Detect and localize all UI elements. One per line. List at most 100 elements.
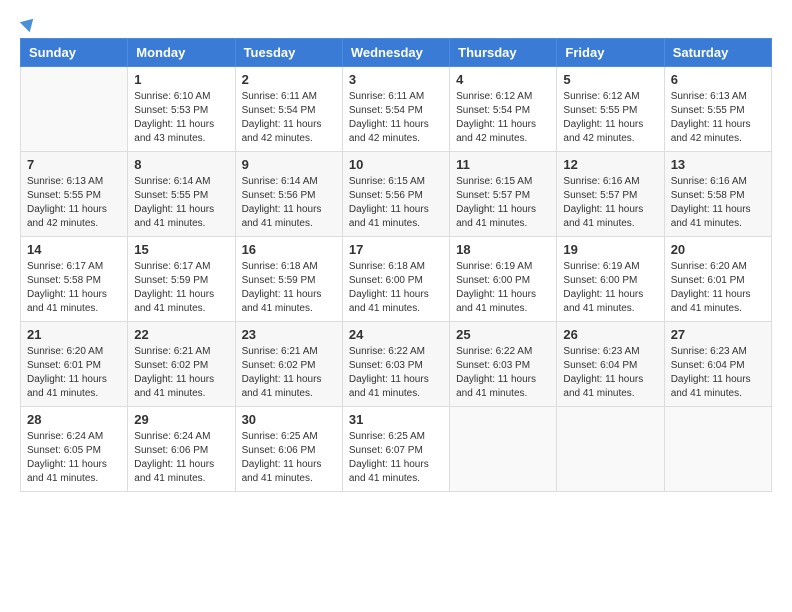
day-number: 13 (671, 157, 765, 172)
day-info: Sunrise: 6:15 AMSunset: 5:56 PMDaylight:… (349, 175, 443, 231)
calendar-week-row: 21 Sunrise: 6:20 AMSunset: 6:01 PMDayligh… (21, 322, 772, 407)
calendar-day-cell: 6Sunrise: 6:13 AMSunset: 5:55 PMDaylight… (664, 67, 771, 152)
day-number: 8 (134, 157, 228, 172)
day-number: 17 (349, 242, 443, 257)
day-info: Sunrise: 6:14 AMSunset: 5:55 PMDaylight:… (134, 175, 228, 231)
calendar-day-cell: 2 Sunrise: 6:11 AMSunset: 5:54 PMDaylight… (235, 67, 342, 152)
day-number: 15 (134, 242, 228, 257)
day-number: 18 (456, 242, 550, 257)
day-number: 27 (671, 327, 765, 342)
calendar-day-cell: 8 Sunrise: 6:14 AMSunset: 5:55 PMDaylight… (128, 152, 235, 237)
calendar-day-cell: 16Sunrise: 6:18 AMSunset: 5:59 PMDayligh… (235, 237, 342, 322)
day-info: Sunrise: 6:22 AMSunset: 6:03 PMDaylight:… (456, 345, 550, 401)
day-info: Sunrise: 6:17 AMSunset: 5:59 PMDaylight:… (134, 260, 228, 316)
day-info: Sunrise: 6:10 AMSunset: 5:53 PMDaylight:… (134, 90, 228, 146)
calendar-day-cell (21, 67, 128, 152)
day-info: Sunrise: 6:25 AMSunset: 6:07 PMDaylight:… (349, 430, 443, 486)
day-info: Sunrise: 6:16 AMSunset: 5:58 PMDaylight:… (671, 175, 765, 231)
day-number: 1 (134, 72, 228, 87)
day-info: Sunrise: 6:21 AMSunset: 6:02 PMDaylight:… (134, 345, 228, 401)
calendar-week-row: 7 Sunrise: 6:13 AMSunset: 5:55 PMDaylight… (21, 152, 772, 237)
day-number: 3 (349, 72, 443, 87)
day-info: Sunrise: 6:23 AMSunset: 6:04 PMDaylight:… (563, 345, 657, 401)
day-number: 24 (349, 327, 443, 342)
day-number: 12 (563, 157, 657, 172)
day-of-week-header: Saturday (664, 39, 771, 67)
day-number: 2 (242, 72, 336, 87)
calendar-day-cell: 10Sunrise: 6:15 AMSunset: 5:56 PMDayligh… (342, 152, 449, 237)
day-number: 29 (134, 412, 228, 427)
day-number: 5 (563, 72, 657, 87)
calendar-day-cell: 22 Sunrise: 6:21 AMSunset: 6:02 PMDayligh… (128, 322, 235, 407)
calendar-day-cell (450, 407, 557, 492)
day-number: 21 (27, 327, 121, 342)
days-of-week-row: SundayMondayTuesdayWednesdayThursdayFrid… (21, 39, 772, 67)
day-info: Sunrise: 6:11 AMSunset: 5:54 PMDaylight:… (349, 90, 443, 146)
calendar-body: 1 Sunrise: 6:10 AMSunset: 5:53 PMDaylight… (21, 67, 772, 492)
day-number: 23 (242, 327, 336, 342)
calendar-table: SundayMondayTuesdayWednesdayThursdayFrid… (20, 38, 772, 492)
calendar-day-cell: 9 Sunrise: 6:14 AMSunset: 5:56 PMDaylight… (235, 152, 342, 237)
calendar-day-cell: 21 Sunrise: 6:20 AMSunset: 6:01 PMDayligh… (21, 322, 128, 407)
day-number: 31 (349, 412, 443, 427)
calendar-header: SundayMondayTuesdayWednesdayThursdayFrid… (21, 39, 772, 67)
day-of-week-header: Tuesday (235, 39, 342, 67)
calendar-day-cell (664, 407, 771, 492)
day-number: 7 (27, 157, 121, 172)
calendar-day-cell: 26Sunrise: 6:23 AMSunset: 6:04 PMDayligh… (557, 322, 664, 407)
calendar-day-cell: 30 Sunrise: 6:25 AMSunset: 6:06 PMDayligh… (235, 407, 342, 492)
day-info: Sunrise: 6:14 AMSunset: 5:56 PMDaylight:… (242, 175, 336, 231)
day-number: 6 (671, 72, 765, 87)
day-info: Sunrise: 6:18 AMSunset: 5:59 PMDaylight:… (242, 260, 336, 316)
day-info: Sunrise: 6:24 AMSunset: 6:05 PMDaylight:… (27, 430, 121, 486)
calendar-day-cell: 3 Sunrise: 6:11 AMSunset: 5:54 PMDaylight… (342, 67, 449, 152)
day-info: Sunrise: 6:16 AMSunset: 5:57 PMDaylight:… (563, 175, 657, 231)
day-info: Sunrise: 6:18 AMSunset: 6:00 PMDaylight:… (349, 260, 443, 316)
day-info: Sunrise: 6:12 AMSunset: 5:54 PMDaylight:… (456, 90, 550, 146)
day-info: Sunrise: 6:12 AMSunset: 5:55 PMDaylight:… (563, 90, 657, 146)
calendar-day-cell: 11 Sunrise: 6:15 AMSunset: 5:57 PMDayligh… (450, 152, 557, 237)
calendar-day-cell: 29 Sunrise: 6:24 AMSunset: 6:06 PMDayligh… (128, 407, 235, 492)
day-number: 14 (27, 242, 121, 257)
day-info: Sunrise: 6:15 AMSunset: 5:57 PMDaylight:… (456, 175, 550, 231)
day-of-week-header: Monday (128, 39, 235, 67)
calendar-day-cell: 14 Sunrise: 6:17 AMSunset: 5:58 PMDayligh… (21, 237, 128, 322)
day-number: 20 (671, 242, 765, 257)
day-number: 22 (134, 327, 228, 342)
day-number: 9 (242, 157, 336, 172)
calendar-day-cell: 18 Sunrise: 6:19 AMSunset: 6:00 PMDayligh… (450, 237, 557, 322)
day-number: 19 (563, 242, 657, 257)
day-info: Sunrise: 6:19 AMSunset: 6:00 PMDaylight:… (456, 260, 550, 316)
day-number: 4 (456, 72, 550, 87)
day-of-week-header: Thursday (450, 39, 557, 67)
day-info: Sunrise: 6:25 AMSunset: 6:06 PMDaylight:… (242, 430, 336, 486)
logo-triangle-icon (20, 14, 38, 32)
day-info: Sunrise: 6:22 AMSunset: 6:03 PMDaylight:… (349, 345, 443, 401)
calendar-day-cell: 20Sunrise: 6:20 AMSunset: 6:01 PMDayligh… (664, 237, 771, 322)
day-info: Sunrise: 6:13 AMSunset: 5:55 PMDaylight:… (27, 175, 121, 231)
calendar-day-cell: 19Sunrise: 6:19 AMSunset: 6:00 PMDayligh… (557, 237, 664, 322)
day-info: Sunrise: 6:23 AMSunset: 6:04 PMDaylight:… (671, 345, 765, 401)
day-info: Sunrise: 6:24 AMSunset: 6:06 PMDaylight:… (134, 430, 228, 486)
calendar-day-cell: 15 Sunrise: 6:17 AMSunset: 5:59 PMDayligh… (128, 237, 235, 322)
calendar-week-row: 1 Sunrise: 6:10 AMSunset: 5:53 PMDaylight… (21, 67, 772, 152)
calendar-day-cell: 27 Sunrise: 6:23 AMSunset: 6:04 PMDayligh… (664, 322, 771, 407)
day-number: 30 (242, 412, 336, 427)
calendar-day-cell: 12 Sunrise: 6:16 AMSunset: 5:57 PMDayligh… (557, 152, 664, 237)
calendar-day-cell: 4 Sunrise: 6:12 AMSunset: 5:54 PMDaylight… (450, 67, 557, 152)
logo (20, 20, 36, 28)
day-number: 11 (456, 157, 550, 172)
calendar-day-cell: 17 Sunrise: 6:18 AMSunset: 6:00 PMDayligh… (342, 237, 449, 322)
day-info: Sunrise: 6:17 AMSunset: 5:58 PMDaylight:… (27, 260, 121, 316)
calendar-day-cell: 25 Sunrise: 6:22 AMSunset: 6:03 PMDayligh… (450, 322, 557, 407)
day-number: 25 (456, 327, 550, 342)
day-info: Sunrise: 6:11 AMSunset: 5:54 PMDaylight:… (242, 90, 336, 146)
day-info: Sunrise: 6:21 AMSunset: 6:02 PMDaylight:… (242, 345, 336, 401)
calendar-day-cell: 28Sunrise: 6:24 AMSunset: 6:05 PMDayligh… (21, 407, 128, 492)
calendar-day-cell: 23 Sunrise: 6:21 AMSunset: 6:02 PMDayligh… (235, 322, 342, 407)
calendar-week-row: 28Sunrise: 6:24 AMSunset: 6:05 PMDayligh… (21, 407, 772, 492)
day-info: Sunrise: 6:20 AMSunset: 6:01 PMDaylight:… (27, 345, 121, 401)
day-of-week-header: Friday (557, 39, 664, 67)
calendar-day-cell: 31 Sunrise: 6:25 AMSunset: 6:07 PMDayligh… (342, 407, 449, 492)
calendar-day-cell: 7 Sunrise: 6:13 AMSunset: 5:55 PMDaylight… (21, 152, 128, 237)
